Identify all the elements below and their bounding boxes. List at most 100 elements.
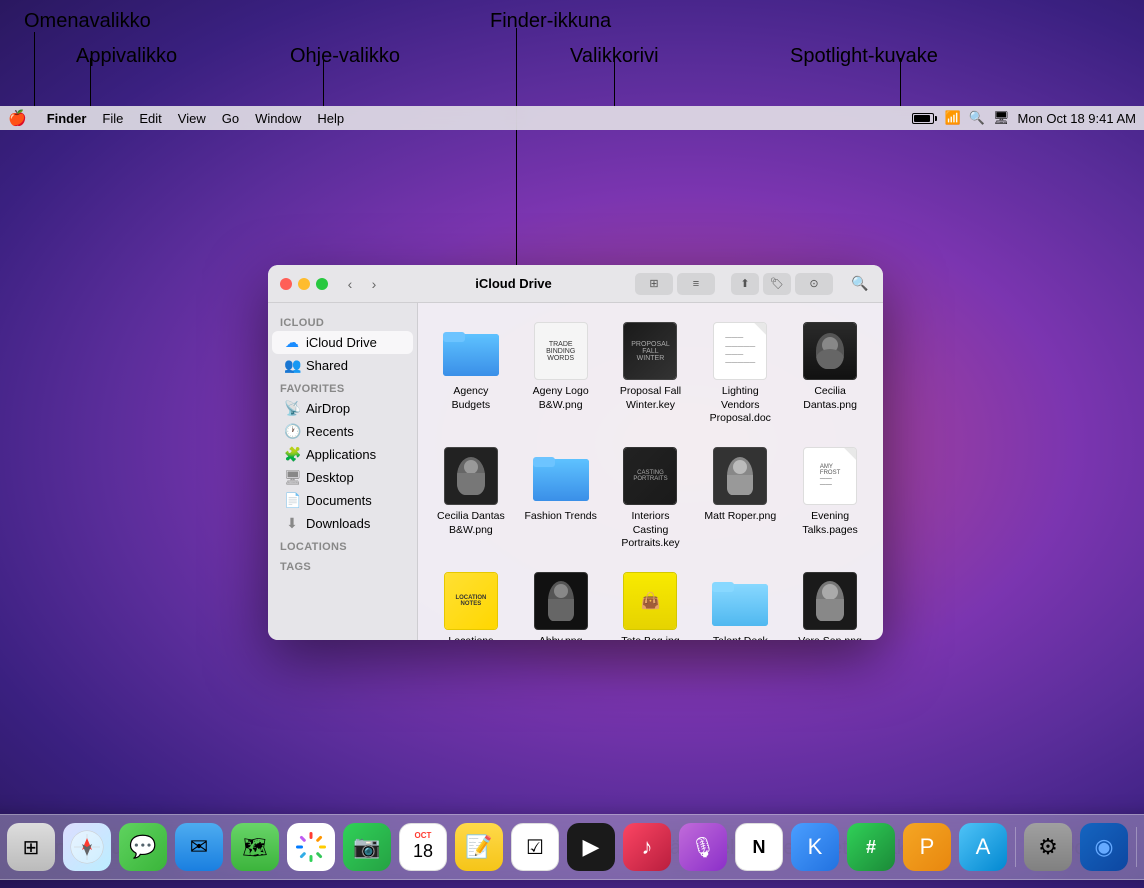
more-button[interactable]: ⊙: [795, 273, 833, 295]
sidebar-item-documents[interactable]: 📄 Documents: [272, 489, 413, 512]
file-icon-matt-roper: [710, 446, 770, 506]
file-item-talent-deck[interactable]: Talent Deck: [699, 565, 781, 640]
file-item-proposal[interactable]: PROPOSALFALLWINTER Proposal Fall Winter.…: [610, 315, 692, 432]
shared-icon: 👥: [284, 357, 300, 374]
file-label-fashion-trends: Fashion Trends: [525, 510, 597, 524]
menubar-file[interactable]: File: [102, 111, 123, 126]
menubar: 🍎 Finder File Edit View Go Window Help 📶…: [0, 106, 1144, 130]
file-label-proposal: Proposal Fall Winter.key: [614, 385, 688, 412]
search-button[interactable]: 🔍: [849, 273, 871, 295]
back-button[interactable]: ‹: [340, 274, 360, 294]
file-label-talent-deck: Talent Deck: [713, 635, 768, 640]
file-item-evening-talks[interactable]: AMYFROST———— Evening Talks.pages: [789, 440, 871, 557]
file-item-agency-budgets[interactable]: Agency Budgets: [430, 315, 512, 432]
apple-menu[interactable]: 🍎: [8, 109, 27, 127]
dock-calendar[interactable]: OCT 18: [397, 821, 449, 873]
dock-container: ⊞: [0, 814, 1144, 880]
sidebar-label-shared: Shared: [306, 358, 348, 373]
desktop-icon: 🖥: [284, 469, 300, 486]
annotation-spotlightkuvake: Spotlight-kuvake: [790, 45, 938, 68]
file-item-fashion-trends[interactable]: Fashion Trends: [520, 440, 602, 557]
file-label-cecilia-bw: Cecilia Dantas B&W.png: [434, 510, 508, 537]
file-item-cecilia-dantas[interactable]: Cecilia Dantas.png: [789, 315, 871, 432]
sidebar-label-airdrop: AirDrop: [306, 401, 350, 416]
dock-numbers[interactable]: #: [845, 821, 897, 873]
nav-buttons: ‹ ›: [340, 274, 384, 294]
file-icon-casting-portraits: CASTINGPORTRAITS: [620, 446, 680, 506]
forward-button[interactable]: ›: [364, 274, 384, 294]
sidebar-item-recents[interactable]: 🕐 Recents: [272, 420, 413, 443]
file-icon-locations-notes: LOCATIONNOTES: [441, 571, 501, 631]
sidebar-item-icloud-drive[interactable]: ☁ iCloud Drive: [272, 331, 413, 354]
file-icon-cecilia-bw: [441, 446, 501, 506]
dock-news[interactable]: N: [733, 821, 785, 873]
dock-keynote[interactable]: K: [789, 821, 841, 873]
sidebar-section-locations: Locations: [268, 535, 417, 555]
dock-podcasts[interactable]: 🎙: [677, 821, 729, 873]
file-icon-talent-deck: [710, 571, 770, 631]
finder-sidebar: iCloud ☁ iCloud Drive 👥 Shared Favorites…: [268, 303, 418, 640]
sidebar-item-desktop[interactable]: 🖥 Desktop: [272, 466, 413, 489]
annotation-ohjevalikko: Ohje-valikko: [290, 45, 400, 68]
tag-button[interactable]: 🏷: [763, 273, 791, 295]
file-item-casting-portraits[interactable]: CASTINGPORTRAITS Interiors Casting Portr…: [610, 440, 692, 557]
share-button[interactable]: ⬆: [731, 273, 759, 295]
finder-titlebar: ‹ › iCloud Drive ⊞ ≡ ⬆ 🏷 ⊙ 🔍: [268, 265, 883, 303]
file-label-agency-logo: Ageny Logo B&W.png: [524, 385, 598, 412]
dock-messages[interactable]: 💬: [117, 821, 169, 873]
control-center-icon[interactable]: 🖥: [993, 110, 1010, 126]
dock-finder[interactable]: [0, 821, 1, 873]
dock-system-preferences[interactable]: ⚙: [1022, 821, 1074, 873]
view-list-button[interactable]: ≡: [677, 273, 715, 295]
file-item-vera-san[interactable]: Vera San.png: [789, 565, 871, 640]
file-label-locations-notes: Locations Notes.key: [434, 635, 508, 640]
traffic-lights: [280, 278, 328, 290]
menubar-finder[interactable]: Finder: [47, 111, 87, 126]
dock-screensaver[interactable]: ◉: [1078, 821, 1130, 873]
file-item-cecilia-bw[interactable]: Cecilia Dantas B&W.png: [430, 440, 512, 557]
sidebar-item-downloads[interactable]: ⬇ Downloads: [272, 512, 413, 535]
menubar-edit[interactable]: Edit: [139, 111, 161, 126]
file-grid: Agency Budgets TRADEBINDINGWORDS Ageny L…: [430, 315, 871, 640]
sidebar-section-favorites: Favorites: [268, 377, 417, 397]
dock-appstore[interactable]: A: [957, 821, 1009, 873]
line-apple: [34, 32, 35, 107]
dock-divider-2: [1136, 827, 1137, 867]
menubar-window[interactable]: Window: [255, 111, 301, 126]
file-item-tote-bag[interactable]: 👜 Tote Bag.jpg: [610, 565, 692, 640]
dock-mail[interactable]: ✉: [173, 821, 225, 873]
file-label-agency-budgets: Agency Budgets: [434, 385, 508, 412]
dock-safari[interactable]: [61, 821, 113, 873]
maximize-button[interactable]: [316, 278, 328, 290]
dock-pages[interactable]: P: [901, 821, 953, 873]
file-item-matt-roper[interactable]: Matt Roper.png: [699, 440, 781, 557]
file-label-matt-roper: Matt Roper.png: [704, 510, 776, 524]
file-item-abby[interactable]: Abby.png: [520, 565, 602, 640]
file-item-agency-logo[interactable]: TRADEBINDINGWORDS Ageny Logo B&W.png: [520, 315, 602, 432]
dock-photos[interactable]: [285, 821, 337, 873]
sidebar-item-applications[interactable]: 🧩 Applications: [272, 443, 413, 466]
finder-content: Agency Budgets TRADEBINDINGWORDS Ageny L…: [418, 303, 883, 640]
file-item-lighting-vendors[interactable]: ———————————————— Lighting Vendors Propos…: [699, 315, 781, 432]
minimize-button[interactable]: [298, 278, 310, 290]
dock-launchpad[interactable]: ⊞: [5, 821, 57, 873]
dock-reminders[interactable]: ☑: [509, 821, 561, 873]
file-item-locations-notes[interactable]: LOCATIONNOTES Locations Notes.key: [430, 565, 512, 640]
dock-appletv[interactable]: ▶: [565, 821, 617, 873]
sidebar-item-shared[interactable]: 👥 Shared: [272, 354, 413, 377]
view-grid-button[interactable]: ⊞: [635, 273, 673, 295]
dock-notes[interactable]: 📝: [453, 821, 505, 873]
dock-music[interactable]: ♪: [621, 821, 673, 873]
sidebar-item-airdrop[interactable]: 📡 AirDrop: [272, 397, 413, 420]
window-title: iCloud Drive: [392, 276, 635, 291]
dock-maps[interactable]: 🗺: [229, 821, 281, 873]
menubar-go[interactable]: Go: [222, 111, 239, 126]
finder-body: iCloud ☁ iCloud Drive 👥 Shared Favorites…: [268, 303, 883, 640]
dock-facetime[interactable]: 📷: [341, 821, 393, 873]
line-finder-ikkuna: [516, 28, 517, 268]
close-button[interactable]: [280, 278, 292, 290]
spotlight-icon[interactable]: 🔍: [969, 110, 985, 126]
menubar-help[interactable]: Help: [317, 111, 344, 126]
wifi-icon[interactable]: 📶: [945, 110, 961, 126]
menubar-view[interactable]: View: [178, 111, 206, 126]
